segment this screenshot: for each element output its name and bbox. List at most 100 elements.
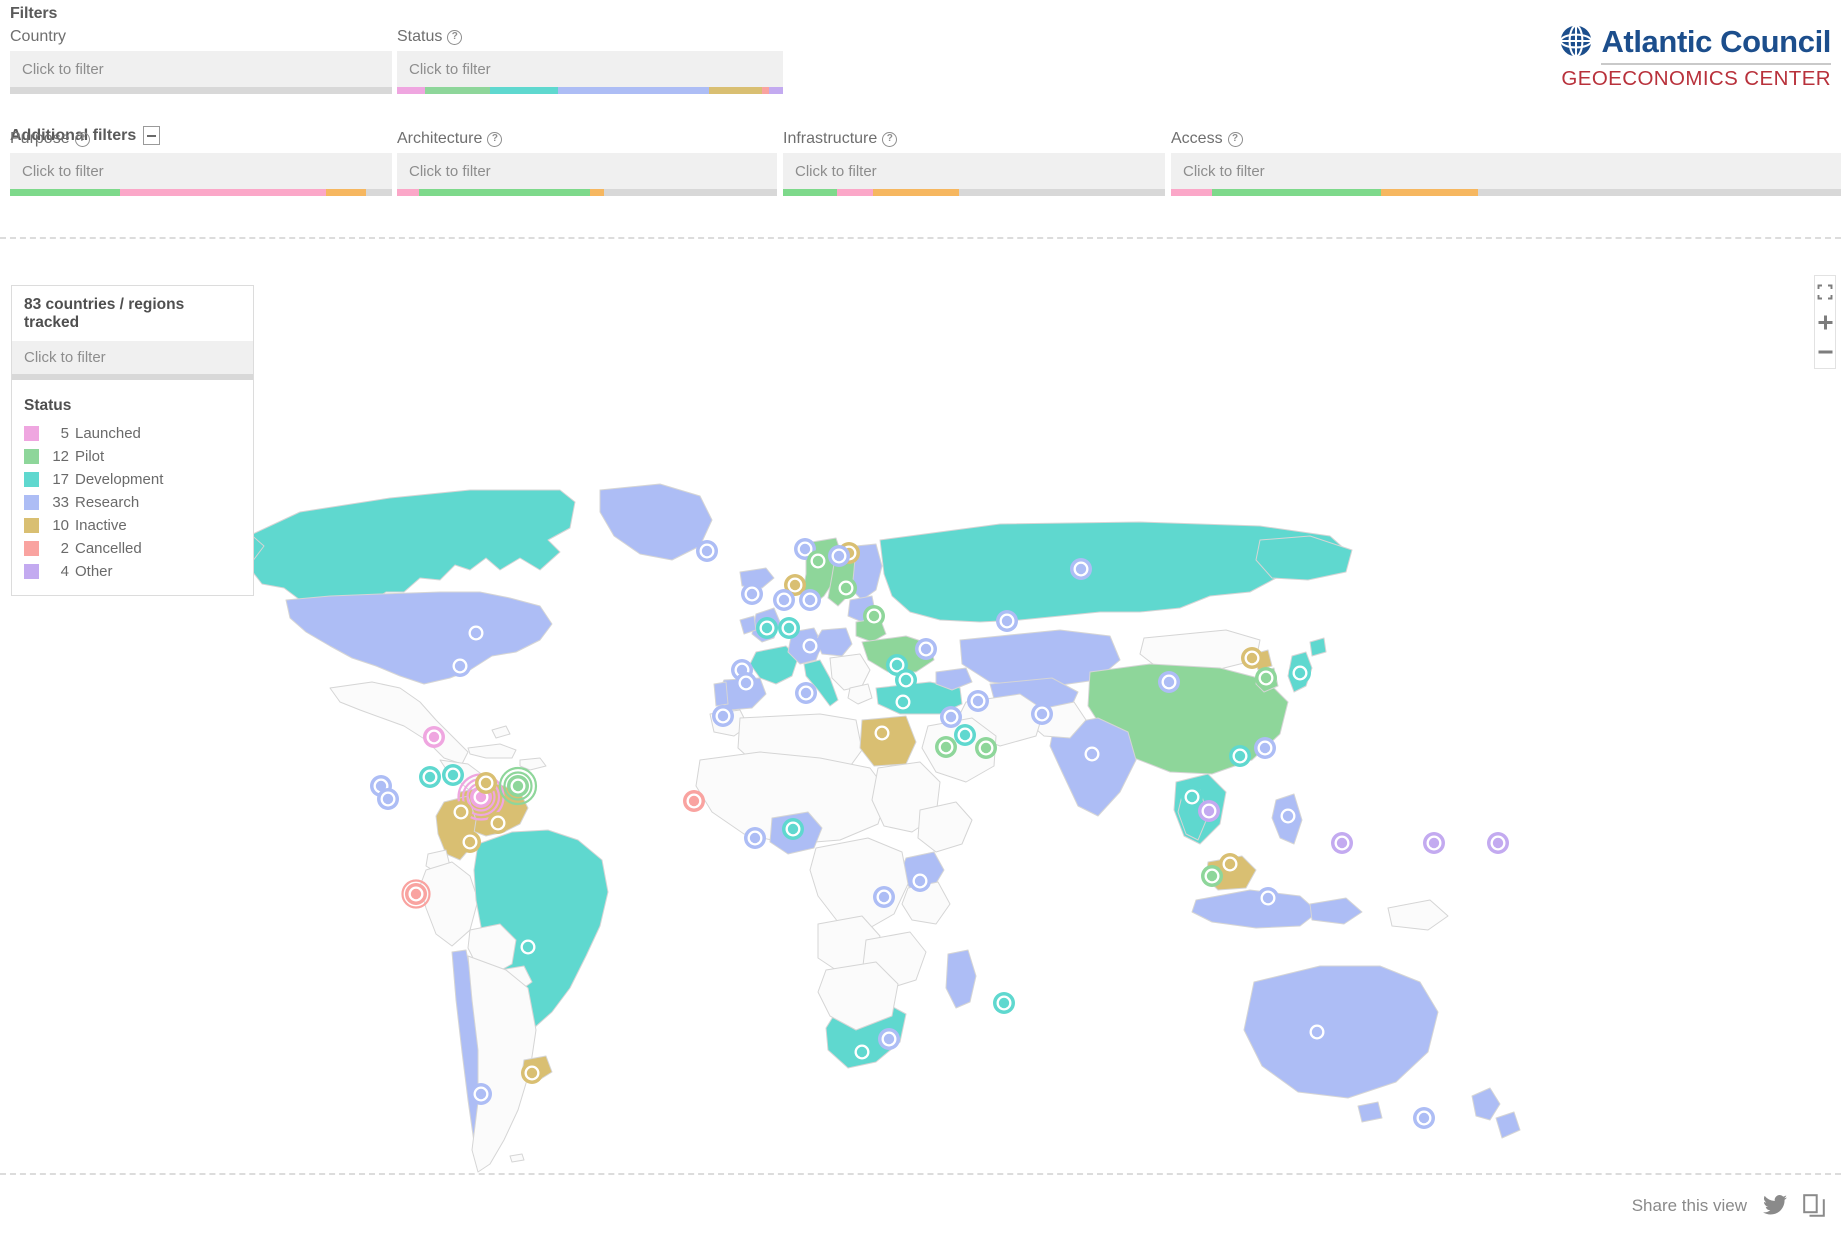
map-marker-other[interactable] xyxy=(1331,832,1353,854)
marker-core xyxy=(800,687,812,699)
map-marker-inactive[interactable] xyxy=(521,1062,543,1084)
map-marker-research[interactable] xyxy=(828,545,850,567)
help-icon[interactable]: ? xyxy=(447,29,463,45)
legend-item-other[interactable]: 4 Other xyxy=(24,560,241,583)
map-marker-inactive[interactable] xyxy=(459,831,481,853)
map-marker-research[interactable] xyxy=(873,886,895,908)
map-marker-development[interactable] xyxy=(782,818,804,840)
map-marker-development[interactable] xyxy=(892,691,914,713)
map-marker-development[interactable] xyxy=(993,992,1015,1014)
map-marker-research[interactable] xyxy=(799,589,821,611)
map-marker-research[interactable] xyxy=(915,638,937,660)
map-marker-research[interactable] xyxy=(795,682,817,704)
map-container[interactable]: 83 countries / regions tracked Click to … xyxy=(0,240,1841,1175)
map-marker-development[interactable] xyxy=(419,766,441,788)
map-marker-pilot[interactable] xyxy=(1201,865,1223,887)
segment-other xyxy=(769,87,783,94)
map-marker-research[interactable] xyxy=(741,583,763,605)
map-marker-research[interactable] xyxy=(1413,1107,1435,1129)
map-marker-research[interactable] xyxy=(1031,703,1053,725)
map-marker-research[interactable] xyxy=(465,622,487,644)
map-marker-research[interactable] xyxy=(696,540,718,562)
map-marker-research[interactable] xyxy=(1158,671,1180,693)
fullscreen-icon[interactable] xyxy=(1815,282,1835,302)
map-marker-research[interactable] xyxy=(449,655,471,677)
map-marker-research[interactable] xyxy=(712,705,734,727)
map-marker-development[interactable] xyxy=(895,669,917,691)
map-marker-other[interactable] xyxy=(1423,832,1445,854)
legend-country-filter-input[interactable]: Click to filter xyxy=(12,341,253,374)
map-marker-development[interactable] xyxy=(756,617,778,639)
help-icon[interactable]: ? xyxy=(1227,131,1243,147)
map-marker-research[interactable] xyxy=(967,690,989,712)
map-marker-research[interactable] xyxy=(735,672,757,694)
filter-label-status-text: Status xyxy=(397,28,443,45)
map-marker-development[interactable] xyxy=(1229,745,1251,767)
map-marker-research[interactable] xyxy=(799,635,821,657)
map-marker-development[interactable] xyxy=(517,936,539,958)
legend-item-research[interactable]: 33 Research xyxy=(24,491,241,514)
map-marker-inactive[interactable] xyxy=(871,722,893,744)
map-marker-research[interactable] xyxy=(1257,887,1279,909)
map-marker-pilot[interactable] xyxy=(807,550,829,572)
map-marker-development[interactable] xyxy=(851,1041,873,1063)
map-marker-launched[interactable] xyxy=(423,726,445,748)
map-marker-development[interactable] xyxy=(954,724,976,746)
legend-item-cancelled[interactable]: 2 Cancelled xyxy=(24,537,241,560)
map-marker-inactive[interactable] xyxy=(1219,853,1241,875)
map-marker-inactive[interactable] xyxy=(487,812,509,834)
status-filter-input[interactable]: Click to filter xyxy=(397,51,783,87)
legend-item-pilot[interactable]: 12 Pilot xyxy=(24,445,241,468)
infrastructure-filter-input[interactable]: Click to filter xyxy=(783,153,1165,189)
legend-swatch xyxy=(24,426,39,441)
map-marker-research[interactable] xyxy=(470,1083,492,1105)
map-marker-research[interactable] xyxy=(940,706,962,728)
country-filter-input[interactable]: Click to filter xyxy=(10,51,392,87)
map-marker-pilot[interactable] xyxy=(863,605,885,627)
legend-items: 5 Launched 12 Pilot 17 Development 33 Research 1… xyxy=(12,422,253,595)
map-marker-development[interactable] xyxy=(1289,662,1311,684)
map-marker-pilot[interactable] xyxy=(1255,667,1277,689)
map-marker-cancelled[interactable] xyxy=(683,790,705,812)
map-marker-pilot[interactable] xyxy=(935,736,957,758)
map-marker-inactive[interactable] xyxy=(1241,647,1263,669)
map-marker-research[interactable] xyxy=(1081,743,1103,765)
world-map[interactable] xyxy=(0,240,1841,1175)
map-marker-development[interactable] xyxy=(442,764,464,786)
plus-icon[interactable] xyxy=(1815,312,1835,332)
help-icon[interactable]: ? xyxy=(74,131,90,147)
twitter-icon[interactable] xyxy=(1763,1195,1787,1216)
map-marker-research[interactable] xyxy=(744,827,766,849)
map-marker-research[interactable] xyxy=(773,589,795,611)
map-marker-research[interactable] xyxy=(1277,805,1299,827)
filter-label-infrastructure-text: Infrastructure xyxy=(783,130,878,147)
map-marker-research[interactable] xyxy=(996,610,1018,632)
map-marker-inactive[interactable] xyxy=(450,801,472,823)
map-marker-other[interactable] xyxy=(1487,832,1509,854)
map-marker-inactive[interactable] xyxy=(475,772,497,794)
map-marker-pilot[interactable] xyxy=(498,766,538,806)
map-marker-other[interactable] xyxy=(1198,800,1220,822)
legend-item-launched[interactable]: 5 Launched xyxy=(24,422,241,445)
map-marker-research[interactable] xyxy=(1254,737,1276,759)
atlantic-council-logo: Atlantic Council GEOECONOMICS CENTER xyxy=(1559,24,1831,90)
legend-item-development[interactable]: 17 Development xyxy=(24,468,241,491)
map-marker-research[interactable] xyxy=(878,1028,900,1050)
help-icon[interactable]: ? xyxy=(882,131,898,147)
map-marker-research[interactable] xyxy=(909,870,931,892)
map-marker-research[interactable] xyxy=(377,788,399,810)
map-marker-research[interactable] xyxy=(1306,1021,1328,1043)
copy-icon[interactable] xyxy=(1803,1193,1825,1218)
map-marker-development[interactable] xyxy=(778,617,800,639)
purpose-filter-input[interactable]: Click to filter xyxy=(10,153,392,189)
map-marker-pilot[interactable] xyxy=(835,577,857,599)
access-filter-input[interactable]: Click to filter xyxy=(1171,153,1841,189)
minus-icon[interactable] xyxy=(1815,342,1835,362)
map-marker-pilot[interactable] xyxy=(975,737,997,759)
map-marker-research[interactable] xyxy=(1070,558,1092,580)
help-icon[interactable]: ? xyxy=(487,131,503,147)
map-marker-development[interactable] xyxy=(1181,786,1203,808)
map-marker-cancelled[interactable] xyxy=(401,879,431,909)
architecture-filter-input[interactable]: Click to filter xyxy=(397,153,777,189)
legend-item-inactive[interactable]: 10 Inactive xyxy=(24,514,241,537)
